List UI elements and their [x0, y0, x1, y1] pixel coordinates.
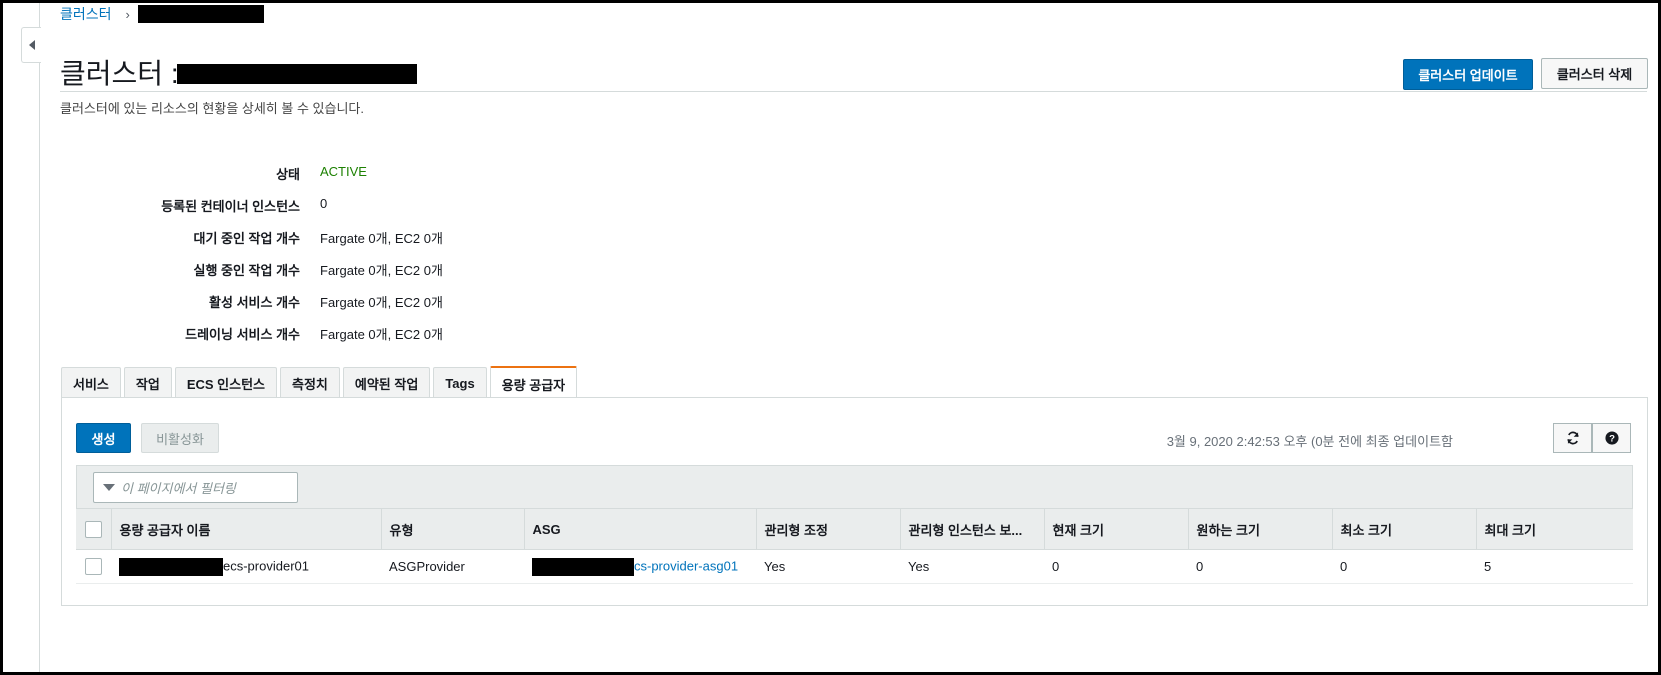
redacted-name-prefix — [119, 557, 223, 576]
detail-row-active-services: 활성 서비스 개수 Fargate 0개, EC2 0개 — [60, 288, 760, 320]
detail-value: Fargate 0개, EC2 0개 — [320, 263, 443, 278]
deactivate-button[interactable]: 비활성화 — [141, 423, 219, 453]
tab-ecs-instances[interactable]: ECS 인스턴스 — [174, 367, 277, 399]
last-updated-timestamp: 3월 9, 2020 2:42:53 오후 (0분 전에 최종 업데이트함 — [1166, 434, 1453, 449]
table-header-row: 용량 공급자 이름 유형 ASG 관리형 조정 관리형 인스턴스 보... 현재… — [76, 508, 1633, 550]
column-header-managed-scaling[interactable]: 관리형 조정 — [756, 508, 901, 550]
detail-value: 0 — [320, 196, 328, 211]
tab-metrics[interactable]: 측정치 — [280, 367, 340, 399]
detail-value: Fargate 0개, EC2 0개 — [320, 231, 443, 246]
column-header-managed-protection[interactable]: 관리형 인스턴스 보... — [900, 508, 1045, 550]
column-header-max-size[interactable]: 최대 크기 — [1476, 508, 1633, 550]
redacted-cluster-name — [137, 5, 264, 23]
column-header-current-size[interactable]: 현재 크기 — [1044, 508, 1189, 550]
column-header-asg[interactable]: ASG — [524, 508, 757, 550]
min-size-cell: 0 — [1332, 549, 1476, 584]
page-subtitle: 클러스터에 있는 리소스의 현황을 상세히 볼 수 있습니다. — [60, 101, 364, 116]
detail-label: 활성 서비스 개수 — [209, 295, 300, 310]
tab-services[interactable]: 서비스 — [61, 367, 121, 399]
update-cluster-button[interactable]: 클러스터 업데이트 — [1403, 59, 1533, 90]
tab-capacity-providers[interactable]: 용량 공급자 — [489, 366, 578, 400]
detail-label: 실행 중인 작업 개수 — [193, 263, 300, 278]
detail-value: Fargate 0개, EC2 0개 — [320, 327, 443, 342]
left-nav-rail — [3, 3, 40, 672]
type-cell: ASGProvider — [381, 549, 524, 584]
capacity-providers-table: 이 페이지에서 필터링 용량 공급자 이름 유형 ASG 관리형 조정 관리형 … — [76, 465, 1633, 584]
row-select-cell — [76, 549, 111, 584]
detail-row-status: 상태 ACTIVE — [60, 160, 760, 192]
detail-row-draining-services: 드레이닝 서비스 개수 Fargate 0개, EC2 0개 — [60, 320, 760, 352]
detail-row-registered-instances: 등록된 컨테이너 인스턴스 0 — [60, 192, 760, 224]
detail-row-pending-tasks: 대기 중인 작업 개수 Fargate 0개, EC2 0개 — [60, 224, 760, 256]
title-divider — [60, 91, 1647, 92]
current-size-cell: 0 — [1044, 549, 1188, 584]
tab-tasks[interactable]: 작업 — [123, 367, 172, 399]
detail-label: 드레이닝 서비스 개수 — [185, 327, 300, 342]
column-header-desired-size[interactable]: 원하는 크기 — [1188, 508, 1333, 550]
filter-icon — [103, 484, 115, 491]
managed-scaling-cell: Yes — [756, 549, 900, 584]
managed-protection-cell: Yes — [900, 549, 1044, 584]
tab-bar: 서비스 작업 ECS 인스턴스 측정치 예약된 작업 Tags 용량 공급자 — [61, 365, 580, 400]
refresh-icon — [1566, 431, 1579, 445]
detail-value: Fargate 0개, EC2 0개 — [320, 295, 443, 310]
data-table: 용량 공급자 이름 유형 ASG 관리형 조정 관리형 인스턴스 보... 현재… — [76, 508, 1633, 584]
chevron-right-icon: › — [125, 6, 130, 22]
breadcrumb: 클러스터 › — [60, 3, 264, 25]
detail-label: 대기 중인 작업 개수 — [193, 231, 300, 246]
help-icon: ? — [1604, 431, 1619, 445]
status-value: ACTIVE — [320, 164, 367, 179]
asg-cell: cs-provider-asg01 — [524, 549, 756, 584]
filter-placeholder: 이 페이지에서 필터링 — [121, 481, 236, 496]
redacted-title-cluster-name — [176, 64, 417, 84]
delete-cluster-button[interactable]: 클러스터 삭제 — [1541, 58, 1648, 89]
column-header-name[interactable]: 용량 공급자 이름 — [111, 508, 382, 550]
detail-label: 상태 — [276, 167, 300, 182]
column-header-type[interactable]: 유형 — [381, 508, 525, 550]
detail-label: 등록된 컨테이너 인스턴스 — [161, 199, 300, 214]
row-checkbox[interactable] — [85, 558, 102, 576]
tab-scheduled-tasks[interactable]: 예약된 작업 — [342, 367, 431, 399]
select-all-header — [76, 508, 112, 550]
desired-size-cell: 0 — [1188, 549, 1332, 584]
table-row[interactable]: ecs-provider01 ASGProvider cs-provider-a… — [76, 549, 1633, 584]
detail-row-running-tasks: 실행 중인 작업 개수 Fargate 0개, EC2 0개 — [60, 256, 760, 288]
redacted-asg-prefix — [532, 557, 634, 576]
breadcrumb-clusters-link[interactable]: 클러스터 — [60, 4, 112, 24]
page-title: 클러스터 : — [60, 58, 179, 89]
create-button[interactable]: 생성 — [76, 423, 131, 453]
svg-text:?: ? — [1609, 434, 1615, 445]
help-button[interactable]: ? — [1592, 423, 1631, 453]
cluster-details: 상태 ACTIVE 등록된 컨테이너 인스턴스 0 대기 중인 작업 개수 Fa… — [60, 160, 760, 352]
max-size-cell: 5 — [1476, 549, 1633, 584]
column-header-min-size[interactable]: 최소 크기 — [1332, 508, 1477, 550]
asg-link[interactable]: cs-provider-asg01 — [634, 558, 738, 573]
provider-name-cell: ecs-provider01 — [111, 549, 381, 584]
refresh-button[interactable] — [1553, 423, 1592, 453]
select-all-checkbox[interactable] — [85, 520, 102, 538]
filter-bar: 이 페이지에서 필터링 — [76, 465, 1633, 508]
page-title-row: 클러스터 : — [60, 52, 417, 92]
collapse-nav-icon[interactable] — [21, 27, 41, 63]
filter-input[interactable]: 이 페이지에서 필터링 — [93, 472, 298, 503]
provider-name: ecs-provider01 — [223, 557, 309, 573]
tab-tags[interactable]: Tags — [433, 367, 487, 399]
